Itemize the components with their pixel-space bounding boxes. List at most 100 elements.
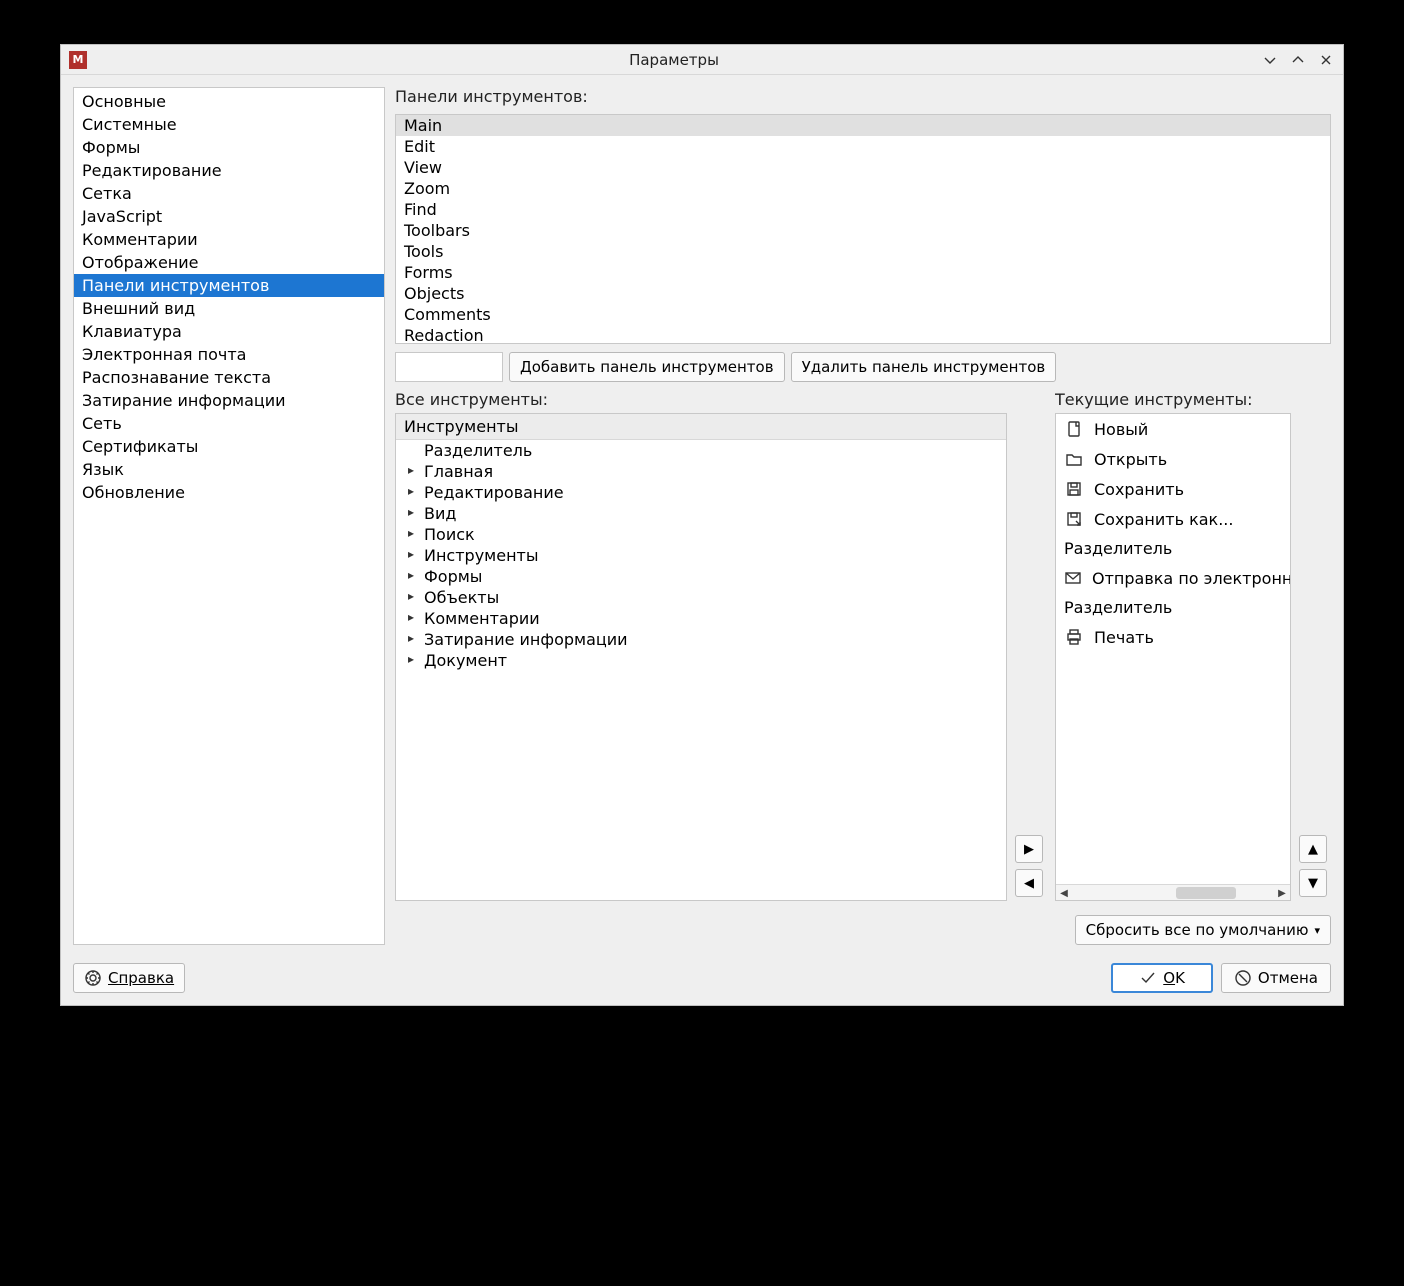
cancel-icon: [1234, 969, 1252, 987]
toolbar-list-row[interactable]: Tools: [396, 241, 1330, 262]
remove-toolbar-button[interactable]: Удалить панель инструментов: [791, 352, 1057, 382]
ok-label: OK: [1163, 969, 1185, 987]
tree-node[interactable]: Затирание информации: [396, 629, 1006, 650]
sidebar-item[interactable]: Электронная почта: [74, 343, 384, 366]
tree-node[interactable]: Объекты: [396, 587, 1006, 608]
new-toolbar-name-input[interactable]: [395, 352, 503, 382]
toolbar-list-row[interactable]: Toolbars: [396, 220, 1330, 241]
save-icon: [1064, 479, 1084, 499]
move-down-button[interactable]: ▼: [1299, 869, 1327, 897]
current-tool-label: Отправка по электронной почте: [1092, 569, 1290, 588]
print-icon: [1064, 627, 1084, 647]
toolbar-list-row[interactable]: Zoom: [396, 178, 1330, 199]
toolbar-list[interactable]: MainEditViewZoomFindToolbarsToolsFormsOb…: [395, 114, 1331, 344]
remove-tool-button[interactable]: ◀: [1015, 869, 1043, 897]
app-icon: M: [69, 51, 87, 69]
current-tool-row[interactable]: Отправка по электронной почте: [1056, 563, 1290, 593]
remove-toolbar-label: Удалить панель инструментов: [802, 358, 1046, 376]
current-tool-label: Разделитель: [1064, 539, 1172, 558]
current-tool-label: Разделитель: [1064, 598, 1172, 617]
tree-node[interactable]: Формы: [396, 566, 1006, 587]
reset-all-label: Сбросить все по умолчанию: [1086, 921, 1309, 939]
sidebar-item[interactable]: Распознавание текста: [74, 366, 384, 389]
current-tool-label: Открыть: [1094, 450, 1167, 469]
sidebar-item[interactable]: Обновление: [74, 481, 384, 504]
close-button[interactable]: [1317, 51, 1335, 69]
toolbar-list-row[interactable]: Edit: [396, 136, 1330, 157]
help-icon: [84, 969, 102, 987]
sidebar-item[interactable]: Сетка: [74, 182, 384, 205]
tree-node[interactable]: Комментарии: [396, 608, 1006, 629]
sidebar-item[interactable]: Комментарии: [74, 228, 384, 251]
tree-node[interactable]: Поиск: [396, 524, 1006, 545]
tree-node[interactable]: Разделитель: [396, 440, 1006, 461]
maximize-button[interactable]: [1289, 51, 1307, 69]
sidebar-item[interactable]: Редактирование: [74, 159, 384, 182]
current-tool-row[interactable]: Новый: [1056, 414, 1290, 444]
current-tool-row[interactable]: Открыть: [1056, 444, 1290, 474]
sidebar-item[interactable]: Язык: [74, 458, 384, 481]
help-label: Справка: [108, 969, 174, 987]
chevron-down-icon: ▾: [1314, 924, 1320, 937]
sidebar-item[interactable]: JavaScript: [74, 205, 384, 228]
current-tool-row[interactable]: Печать: [1056, 622, 1290, 652]
all-tools-tree[interactable]: Инструменты РазделительГлавнаяРедактиров…: [395, 413, 1007, 901]
tree-node[interactable]: Редактирование: [396, 482, 1006, 503]
add-tool-button[interactable]: ▶: [1015, 835, 1043, 863]
current-tools-label: Текущие инструменты:: [1055, 390, 1291, 409]
current-tool-label: Сохранить как...: [1094, 510, 1233, 529]
reset-all-button[interactable]: Сбросить все по умолчанию ▾: [1075, 915, 1331, 945]
sidebar-item[interactable]: Сеть: [74, 412, 384, 435]
sidebar-item[interactable]: Отображение: [74, 251, 384, 274]
current-tools-list[interactable]: Новый Открыть Сохранить Сохранить как... Раз…: [1055, 413, 1291, 901]
open-icon: [1064, 449, 1084, 469]
tree-node[interactable]: Инструменты: [396, 545, 1006, 566]
toolbar-list-row[interactable]: View: [396, 157, 1330, 178]
horizontal-scrollbar[interactable]: ◀ ▶: [1056, 884, 1290, 900]
move-up-button[interactable]: ▲: [1299, 835, 1327, 863]
toolbar-list-row[interactable]: Find: [396, 199, 1330, 220]
toolbar-list-row[interactable]: Objects: [396, 283, 1330, 304]
add-toolbar-label: Добавить панель инструментов: [520, 358, 774, 376]
sidebar-item[interactable]: Внешний вид: [74, 297, 384, 320]
current-tool-row[interactable]: Разделитель: [1056, 534, 1290, 563]
all-tools-label: Все инструменты:: [395, 390, 1007, 409]
toolbar-list-row[interactable]: Main: [396, 115, 1330, 136]
tree-header: Инструменты: [396, 414, 1006, 440]
cancel-button[interactable]: Отмена: [1221, 963, 1331, 993]
new-icon: [1064, 419, 1084, 439]
tree-node[interactable]: Главная: [396, 461, 1006, 482]
toolbar-list-row[interactable]: Forms: [396, 262, 1330, 283]
sidebar-item[interactable]: Панели инструментов: [74, 274, 384, 297]
tree-node[interactable]: Документ: [396, 650, 1006, 671]
sidebar-item[interactable]: Основные: [74, 90, 384, 113]
titlebar: M Параметры: [61, 45, 1343, 75]
current-tool-label: Печать: [1094, 628, 1154, 647]
sidebar-item[interactable]: Системные: [74, 113, 384, 136]
current-tool-label: Сохранить: [1094, 480, 1184, 499]
toolbar-list-row[interactable]: Comments: [396, 304, 1330, 325]
scroll-thumb[interactable]: [1176, 887, 1236, 899]
sidebar-item[interactable]: Формы: [74, 136, 384, 159]
current-tool-label: Новый: [1094, 420, 1148, 439]
add-toolbar-button[interactable]: Добавить панель инструментов: [509, 352, 785, 382]
current-tool-row[interactable]: Сохранить как...: [1056, 504, 1290, 534]
category-sidebar[interactable]: ОсновныеСистемныеФормыРедактированиеСетк…: [73, 87, 385, 945]
cancel-label: Отмена: [1258, 969, 1318, 987]
ok-button[interactable]: OK: [1111, 963, 1213, 993]
current-tool-row[interactable]: Разделитель: [1056, 593, 1290, 622]
toolbars-label: Панели инструментов:: [395, 87, 1331, 106]
mail-icon: [1064, 568, 1082, 588]
sidebar-item[interactable]: Сертификаты: [74, 435, 384, 458]
scroll-right-icon[interactable]: ▶: [1274, 885, 1290, 901]
check-icon: [1139, 969, 1157, 987]
sidebar-item[interactable]: Затирание информации: [74, 389, 384, 412]
tree-node[interactable]: Вид: [396, 503, 1006, 524]
help-button[interactable]: Справка: [73, 963, 185, 993]
sidebar-item[interactable]: Клавиатура: [74, 320, 384, 343]
minimize-button[interactable]: [1261, 51, 1279, 69]
toolbar-list-row[interactable]: Redaction: [396, 325, 1330, 344]
preferences-dialog: M Параметры ОсновныеСистемныеФормыРедакт…: [60, 44, 1344, 1006]
current-tool-row[interactable]: Сохранить: [1056, 474, 1290, 504]
scroll-left-icon[interactable]: ◀: [1056, 885, 1072, 901]
